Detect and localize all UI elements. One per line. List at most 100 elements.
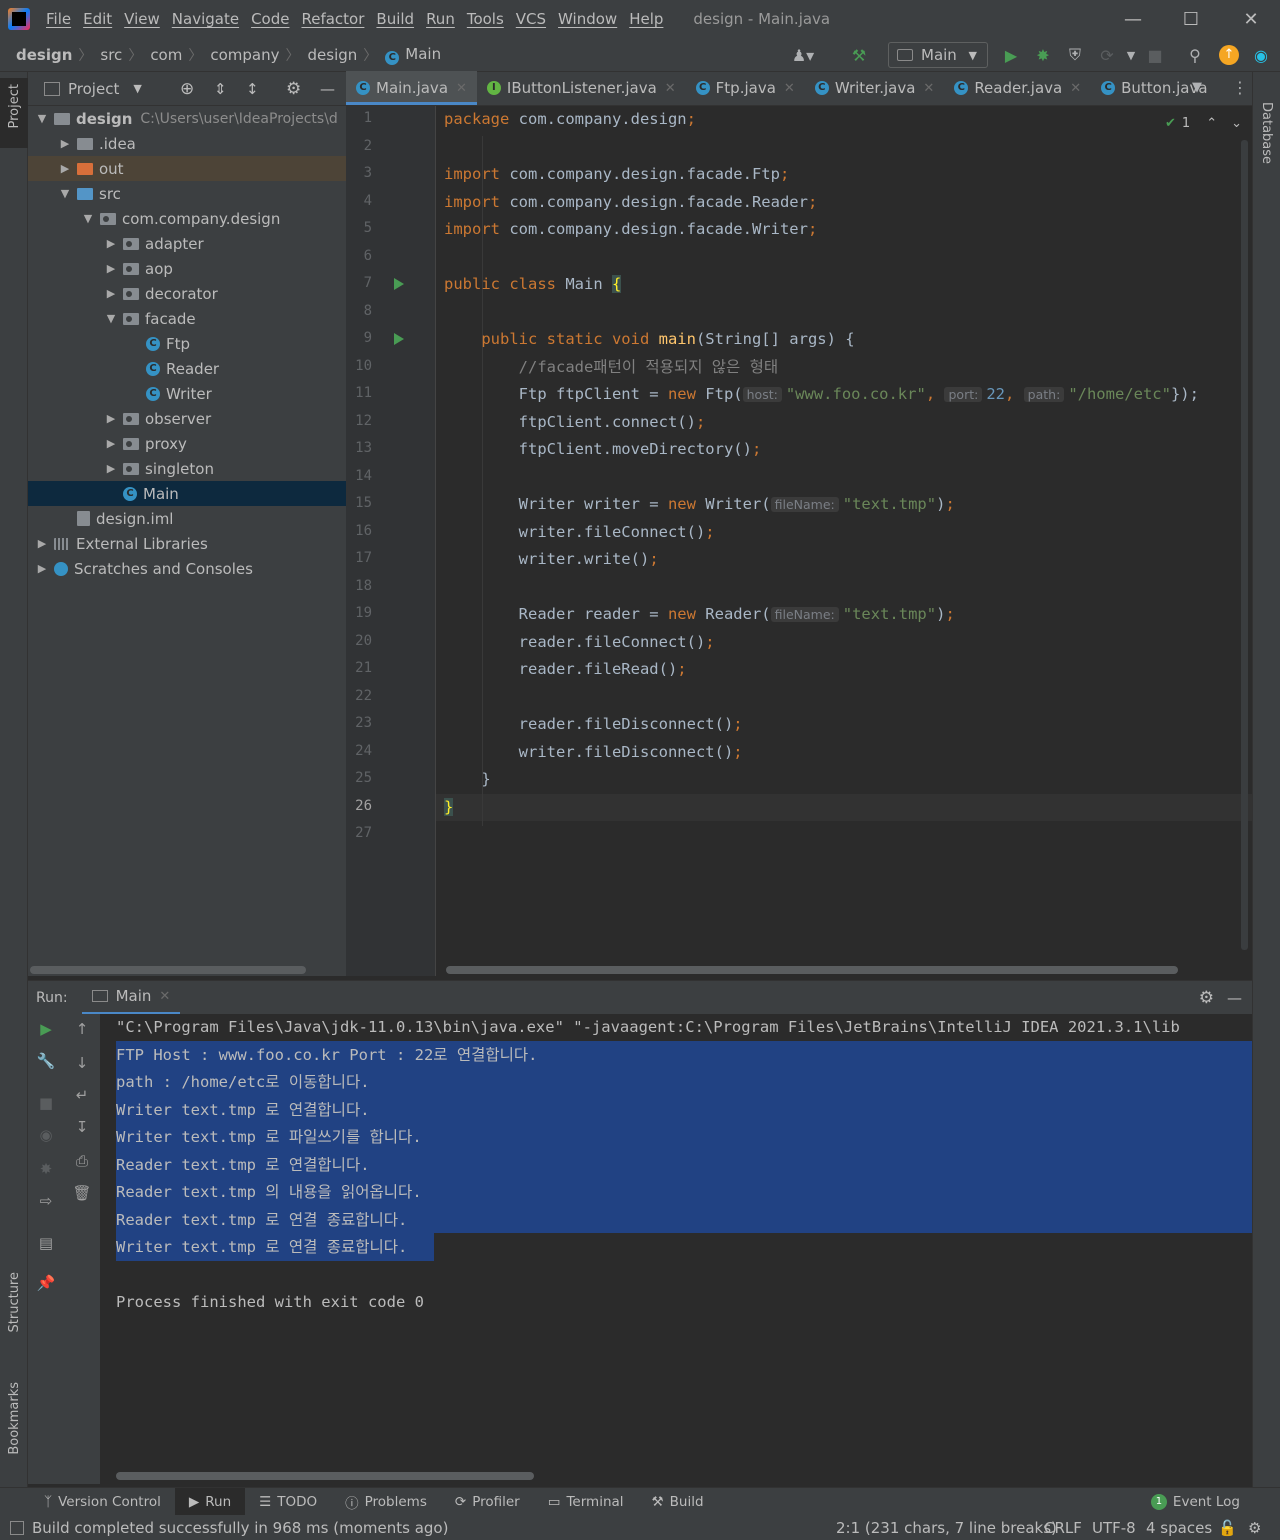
tree-item[interactable]: C Writer (28, 381, 346, 406)
locate-icon[interactable]: ⊕ (180, 79, 194, 99)
tree-item[interactable]: C Reader (28, 356, 346, 381)
collapse-all-icon[interactable]: ↕ (246, 80, 259, 98)
camera-icon[interactable]: ◉ (35, 1126, 57, 1148)
tree-item[interactable]: ▼ facade (28, 306, 346, 331)
console-output[interactable]: "C:\Program Files\Java\jdk-11.0.13\bin\j… (100, 1014, 1252, 1484)
tree-item[interactable]: ▶ adapter (28, 231, 346, 256)
menu-view[interactable]: View (118, 10, 166, 28)
tree-item[interactable]: ▼ com.company.design (28, 206, 346, 231)
expand-all-icon[interactable]: ⇕ (214, 80, 227, 98)
todo-tool-button[interactable]: ☰ TODO (245, 1488, 331, 1516)
stop-icon[interactable]: ■ (1144, 44, 1166, 66)
breadcrumb-item[interactable]: src (92, 46, 122, 64)
menu-refactor[interactable]: Refactor (295, 10, 370, 28)
gear-icon[interactable]: ⚙ (1199, 988, 1214, 1008)
scroll-to-end-icon[interactable]: ↧ (71, 1118, 93, 1140)
editor-tab[interactable]: C Ftp.java ✕ (686, 71, 805, 105)
run-gutter-icon[interactable] (394, 278, 404, 290)
build-tool-button[interactable]: ⚒ Build (638, 1488, 718, 1516)
inspection-widget[interactable]: ✔ 1 ⌃ ⌄ (1165, 116, 1242, 131)
user-icon[interactable]: ♟▾ (792, 44, 814, 66)
terminal-tool-button[interactable]: ▭ Terminal (534, 1488, 638, 1516)
maximize-icon[interactable]: ☐ (1162, 0, 1220, 38)
coverage-icon[interactable]: ⛨ (1064, 44, 1086, 66)
breadcrumb-item[interactable]: C Main (377, 45, 441, 65)
tree-item[interactable]: ▶ singleton (28, 456, 346, 481)
stop-icon[interactable]: ■ (35, 1094, 57, 1116)
tree-item[interactable]: ▶ proxy (28, 431, 346, 456)
editor-tab[interactable]: C Reader.java ✕ (944, 71, 1091, 105)
chevron-down-icon[interactable]: ▼ (133, 82, 141, 95)
file-encoding[interactable]: UTF-8 (1092, 1519, 1136, 1537)
hide-panel-icon[interactable]: — (1227, 989, 1242, 1007)
profile-icon[interactable]: ⟳ (1096, 44, 1118, 66)
tree-item[interactable]: C Main (28, 481, 346, 506)
menu-build[interactable]: Build (370, 10, 420, 28)
event-log-button[interactable]: 1 Event Log (1137, 1488, 1254, 1516)
problems-tool-button[interactable]: ⓘ Problems (331, 1488, 441, 1516)
chevron-right-icon[interactable]: ▶ (57, 162, 73, 175)
tree-root[interactable]: ▼ design C:\Users\user\IdeaProjects\d (28, 106, 346, 131)
breadcrumb-item[interactable]: design (300, 46, 358, 64)
print-icon[interactable]: ⎙ (71, 1152, 93, 1174)
bookmarks-tool-label[interactable]: Bookmarks (7, 1382, 22, 1455)
chevron-down-icon[interactable]: ▼ (1120, 44, 1142, 66)
menu-vcs[interactable]: VCS (510, 10, 552, 28)
tree-item[interactable]: ▶ External Libraries (28, 531, 346, 556)
close-tab-icon[interactable]: ✕ (456, 81, 467, 96)
soft-wrap-icon[interactable]: ↵ (71, 1086, 93, 1108)
debug-icon[interactable]: ✸ (1032, 44, 1054, 66)
gear-icon[interactable]: ⚙ (286, 79, 301, 99)
tree-item[interactable]: ▶ observer (28, 406, 346, 431)
version-control-tool-button[interactable]: ᛉ Version Control (30, 1488, 175, 1516)
tree-item[interactable]: design.iml (28, 506, 346, 531)
tree-item[interactable]: ▶ out (28, 156, 346, 181)
chevron-right-icon[interactable]: ▶ (103, 462, 119, 475)
run-tab-main[interactable]: Main ✕ (81, 981, 181, 1015)
run-tool-button[interactable]: ▶ Run (174, 1487, 246, 1516)
chevron-right-icon[interactable]: ▶ (57, 137, 73, 150)
menu-tools[interactable]: Tools (461, 10, 510, 28)
run-configuration-select[interactable]: Main ▼ (888, 42, 988, 68)
arrow-down-icon[interactable]: ↓ (71, 1054, 93, 1076)
editor-tab[interactable]: I IButtonListener.java ✕ (477, 71, 686, 105)
code-editor[interactable]: ✔ 1 ⌃ ⌄ package com.company.design; impor… (436, 106, 1252, 976)
chevron-right-icon[interactable]: ▶ (103, 412, 119, 425)
chevron-down-icon[interactable]: ▼ (103, 312, 119, 325)
close-tab-icon[interactable]: ✕ (784, 81, 795, 96)
tree-item[interactable]: ▶ aop (28, 256, 346, 281)
tree-item[interactable]: ▶ .idea (28, 131, 346, 156)
console-hscrollbar[interactable] (116, 1472, 534, 1480)
chevron-right-icon[interactable]: ▶ (103, 237, 119, 250)
chevron-down-icon[interactable]: ▼ (1192, 80, 1202, 95)
structure-tool-label[interactable]: Structure (7, 1272, 22, 1332)
breadcrumb-item[interactable]: design (0, 46, 72, 64)
update-icon[interactable]: ↑ (1218, 44, 1240, 66)
menu-edit[interactable]: Edit (77, 10, 118, 28)
toolbox-icon[interactable]: ◉ (1250, 44, 1272, 66)
tree-item[interactable]: ▶ decorator (28, 281, 346, 306)
chevron-up-icon[interactable]: ⌃ (1206, 116, 1217, 131)
rerun-icon[interactable]: ▶ (35, 1020, 57, 1042)
chevron-right-icon[interactable]: ▶ (103, 287, 119, 300)
run-gutter-icon[interactable] (394, 333, 404, 345)
chevron-right-icon[interactable]: ▶ (103, 437, 119, 450)
project-hscrollbar[interactable] (30, 966, 306, 974)
chevron-down-icon[interactable]: ⌄ (1231, 116, 1242, 131)
pin-icon[interactable]: 📌 (35, 1274, 57, 1296)
build-hammer-icon[interactable]: ⚒ (848, 44, 870, 66)
menu-code[interactable]: Code (245, 10, 295, 28)
chevron-right-icon[interactable]: ▶ (103, 262, 119, 275)
close-window-icon[interactable]: ✕ (1222, 0, 1280, 38)
editor-tab[interactable]: C Main.java ✕ (346, 71, 477, 105)
project-tool-button[interactable]: Project (0, 78, 28, 148)
login-icon[interactable]: ⇨ (35, 1192, 57, 1214)
hide-panel-icon[interactable]: — (320, 80, 335, 98)
chevron-right-icon[interactable]: ▶ (34, 537, 50, 550)
tree-item[interactable]: C Ftp (28, 331, 346, 356)
layout-icon[interactable]: ▤ (35, 1234, 57, 1256)
chevron-down-icon[interactable]: ▼ (57, 187, 73, 200)
tree-item[interactable]: ▼ src (28, 181, 346, 206)
memory-indicator-icon[interactable]: ⚙ (1248, 1519, 1261, 1537)
project-panel-title[interactable]: Project (68, 80, 119, 98)
